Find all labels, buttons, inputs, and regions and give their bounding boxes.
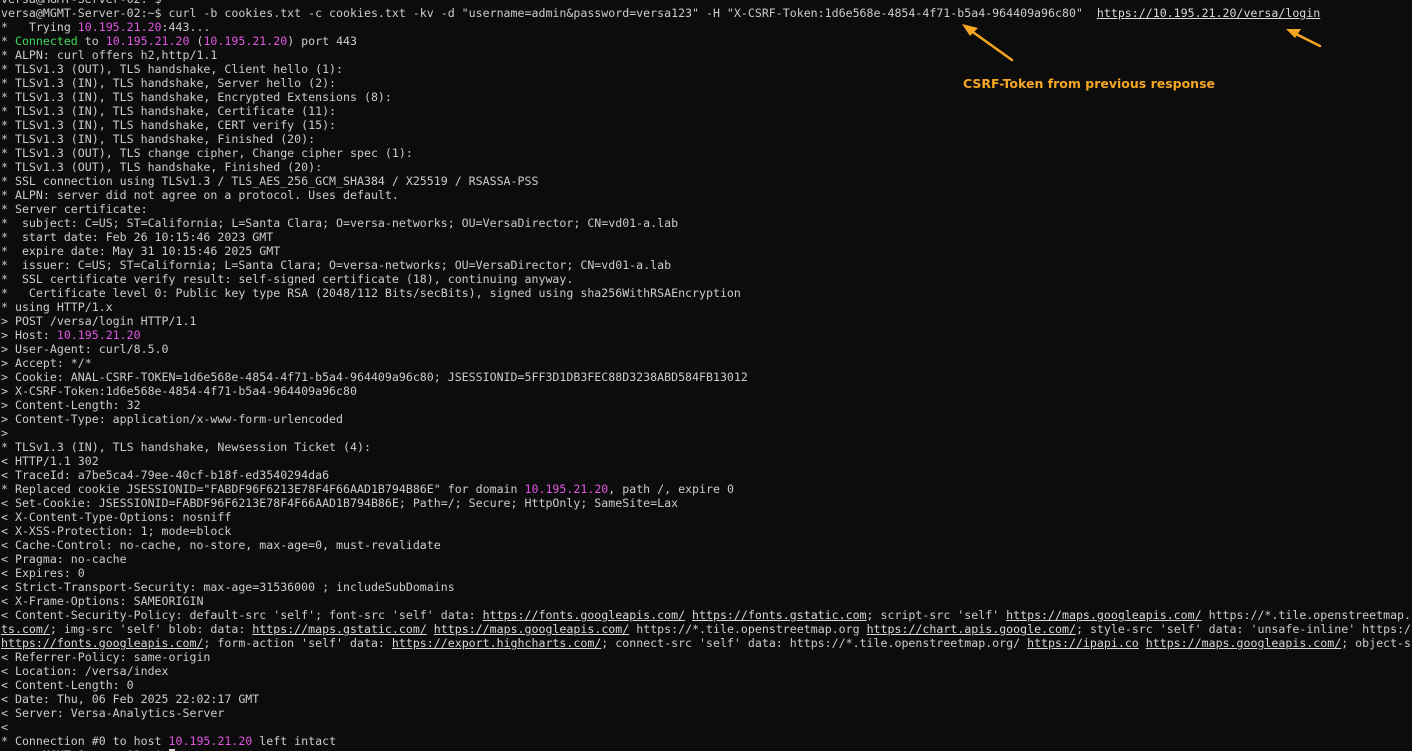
annotation-arrows <box>962 24 1322 62</box>
arrow-to-csrf-token-icon <box>968 28 1014 62</box>
terminal-window[interactable]: versa@MGMT-Server-02:~$ versa@MGMT-Serve… <box>0 0 1412 751</box>
arrow-to-login-url-icon <box>1292 31 1322 48</box>
